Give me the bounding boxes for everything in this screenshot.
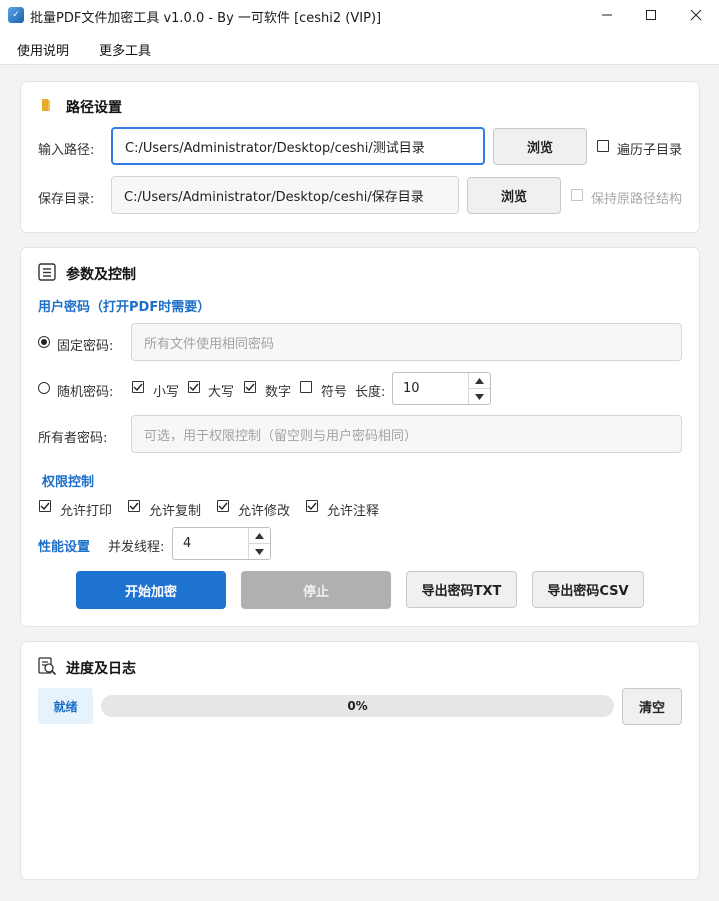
save-dir-field[interactable]: C:/Users/Administrator/Desktop/ceshi/保存目… bbox=[111, 176, 459, 214]
save-dir-label: 保存目录: bbox=[38, 192, 95, 207]
progress-text: 0% bbox=[347, 699, 368, 713]
allow-annotate-label: 允许注释 bbox=[327, 504, 380, 519]
minimize-button[interactable] bbox=[584, 0, 630, 30]
start-encrypt-button[interactable]: 开始加密 bbox=[76, 571, 226, 609]
spin-down-icon[interactable] bbox=[469, 388, 490, 404]
permissions-heading: 权限控制 bbox=[42, 475, 95, 490]
browse-save-button[interactable]: 浏览 bbox=[467, 177, 561, 214]
progress-log-title: 进度及日志 bbox=[66, 661, 136, 677]
fixed-password-input[interactable]: 所有文件使用相同密码 bbox=[131, 323, 682, 361]
allow-print-label: 允许打印 bbox=[60, 504, 113, 519]
folder-icon bbox=[40, 97, 54, 117]
maximize-button[interactable] bbox=[628, 0, 674, 30]
progress-bar: 0% bbox=[101, 695, 614, 717]
random-password-radio[interactable] bbox=[38, 382, 50, 394]
spin-down-icon[interactable] bbox=[249, 543, 270, 559]
menu-help[interactable]: 使用说明 bbox=[17, 40, 69, 59]
threads-label: 并发线程: bbox=[108, 540, 165, 555]
digits-label: 数字 bbox=[265, 385, 292, 400]
params-control-title: 参数及控制 bbox=[66, 267, 136, 283]
owner-password-label: 所有者密码: bbox=[38, 431, 108, 446]
allow-modify-label: 允许修改 bbox=[238, 504, 291, 519]
user-password-heading: 用户密码（打开PDF时需要） bbox=[38, 300, 211, 315]
length-value: 10 bbox=[403, 381, 420, 396]
uppercase-checkbox[interactable] bbox=[188, 381, 200, 393]
keep-structure-checkbox[interactable] bbox=[571, 189, 583, 201]
log-area[interactable] bbox=[38, 735, 682, 870]
length-spinbox[interactable]: 10 bbox=[392, 372, 491, 405]
keep-structure-label: 保持原路径结构 bbox=[591, 192, 683, 207]
performance-heading: 性能设置 bbox=[38, 540, 91, 555]
symbols-label: 符号 bbox=[321, 385, 348, 400]
path-settings-title: 路径设置 bbox=[66, 100, 122, 116]
window-title: 批量PDF文件加密工具 v1.0.0 - By 一可软件 [ceshi2 (VI… bbox=[30, 11, 382, 26]
export-csv-button[interactable]: 导出密码CSV bbox=[532, 571, 644, 608]
allow-annotate-checkbox[interactable] bbox=[306, 500, 318, 512]
menu-more-tools[interactable]: 更多工具 bbox=[99, 40, 151, 59]
traverse-subdir-label: 遍历子目录 bbox=[617, 143, 683, 158]
close-icon bbox=[690, 9, 702, 21]
allow-modify-checkbox[interactable] bbox=[217, 500, 229, 512]
list-icon bbox=[38, 263, 56, 285]
fixed-password-radio[interactable] bbox=[38, 336, 50, 348]
input-path-field[interactable]: C:/Users/Administrator/Desktop/ceshi/测试目… bbox=[111, 127, 485, 165]
input-path-label: 输入路径: bbox=[38, 143, 95, 158]
clear-log-button[interactable]: 清空 bbox=[622, 688, 682, 725]
status-badge: 就绪 bbox=[38, 688, 93, 724]
allow-copy-label: 允许复制 bbox=[149, 504, 202, 519]
log-icon bbox=[37, 656, 57, 680]
threads-spinbox[interactable]: 4 bbox=[172, 527, 271, 560]
owner-password-input[interactable]: 可选，用于权限控制（留空则与用户密码相同） bbox=[131, 415, 682, 453]
lowercase-checkbox[interactable] bbox=[132, 381, 144, 393]
app-icon: ✓ bbox=[8, 7, 24, 23]
spin-up-icon[interactable] bbox=[249, 528, 270, 543]
length-label: 长度: bbox=[355, 385, 386, 400]
symbols-checkbox[interactable] bbox=[300, 381, 312, 393]
browse-input-button[interactable]: 浏览 bbox=[493, 128, 587, 165]
allow-print-checkbox[interactable] bbox=[39, 500, 51, 512]
uppercase-label: 大写 bbox=[208, 385, 235, 400]
export-txt-button[interactable]: 导出密码TXT bbox=[406, 571, 517, 608]
minimize-icon bbox=[602, 14, 612, 16]
lowercase-label: 小写 bbox=[153, 385, 180, 400]
spin-up-icon[interactable] bbox=[469, 373, 490, 388]
close-button[interactable] bbox=[673, 0, 719, 30]
traverse-subdir-checkbox[interactable] bbox=[597, 140, 609, 152]
random-password-label: 随机密码: bbox=[57, 385, 114, 400]
threads-value: 4 bbox=[183, 536, 192, 551]
fixed-password-label: 固定密码: bbox=[57, 339, 114, 354]
maximize-icon bbox=[646, 10, 656, 20]
digits-checkbox[interactable] bbox=[244, 381, 256, 393]
stop-button[interactable]: 停止 bbox=[241, 571, 391, 609]
allow-copy-checkbox[interactable] bbox=[128, 500, 140, 512]
